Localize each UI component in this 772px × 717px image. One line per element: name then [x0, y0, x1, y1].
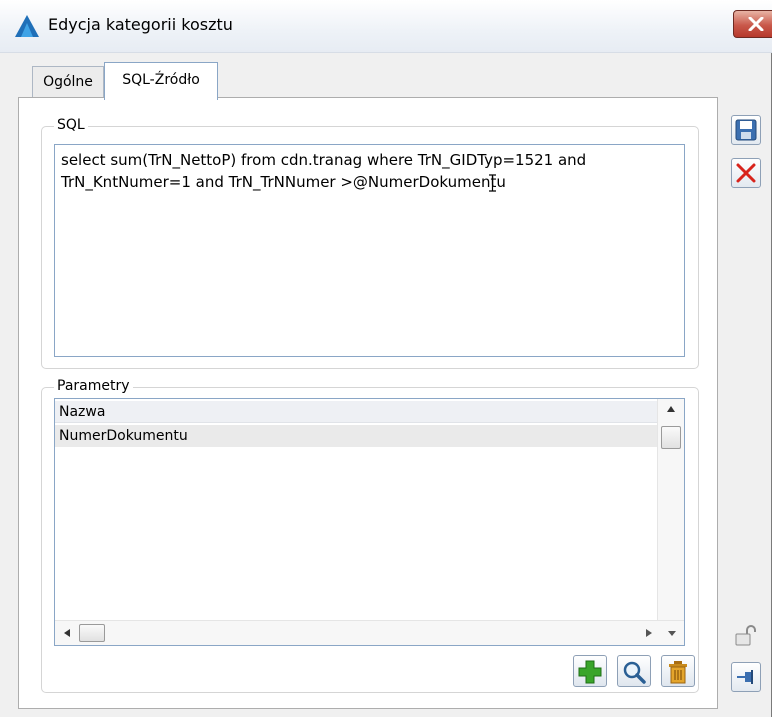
delete-parameter-button[interactable] — [661, 655, 695, 687]
app-logo-icon — [15, 15, 39, 37]
horizontal-scroll-thumb[interactable] — [79, 624, 105, 642]
save-button[interactable] — [731, 115, 761, 145]
pin-icon — [737, 670, 753, 684]
title-bar[interactable]: Edycja kategorii kosztu — [0, 0, 772, 53]
close-icon — [748, 17, 764, 31]
search-icon — [623, 661, 646, 684]
tab-panel-sql: SQL select sum(TrN_NettoP) from cdn.tran… — [18, 97, 718, 709]
scroll-right-icon[interactable] — [645, 628, 653, 638]
window-title: Edycja kategorii kosztu — [48, 15, 233, 34]
parameters-group-legend: Parametry — [54, 378, 133, 394]
add-parameter-button[interactable] — [573, 655, 607, 687]
sql-group: SQL select sum(TrN_NettoP) from cdn.tran… — [41, 117, 699, 369]
close-button[interactable] — [733, 10, 772, 38]
delete-icon — [669, 661, 687, 684]
sql-group-legend: SQL — [54, 117, 88, 133]
lock-icon — [735, 625, 756, 646]
list-item[interactable]: NumerDokumentu — [55, 425, 666, 447]
scroll-down-icon[interactable] — [667, 630, 677, 637]
pin-button[interactable] — [731, 662, 761, 692]
scroll-up-icon[interactable] — [666, 405, 676, 413]
parameters-group: Parametry Nazwa NumerDokumentu — [41, 378, 699, 693]
scroll-left-icon[interactable] — [63, 628, 71, 638]
tab-sql-zrodlo[interactable]: SQL-Źródło — [104, 62, 218, 100]
column-header-nazwa[interactable]: Nazwa — [55, 401, 666, 423]
vertical-scrollbar[interactable] — [657, 399, 684, 621]
tab-ogolne[interactable]: Ogólne — [32, 66, 104, 98]
sql-query-textarea[interactable]: select sum(TrN_NettoP) from cdn.tranag w… — [54, 144, 685, 357]
horizontal-scrollbar[interactable] — [55, 620, 684, 645]
dialog-window: Edycja kategorii kosztu Ogólne SQL-Źródł… — [0, 0, 772, 717]
cancel-button[interactable] — [731, 158, 761, 188]
search-parameter-button[interactable] — [617, 655, 651, 687]
cancel-icon — [736, 163, 756, 183]
text-cursor-icon — [489, 174, 496, 192]
save-icon — [735, 119, 757, 141]
lock-button[interactable] — [731, 620, 761, 650]
add-icon — [578, 660, 602, 684]
parameters-list[interactable]: Nazwa NumerDokumentu — [54, 398, 685, 646]
vertical-scroll-thumb[interactable] — [661, 426, 681, 449]
